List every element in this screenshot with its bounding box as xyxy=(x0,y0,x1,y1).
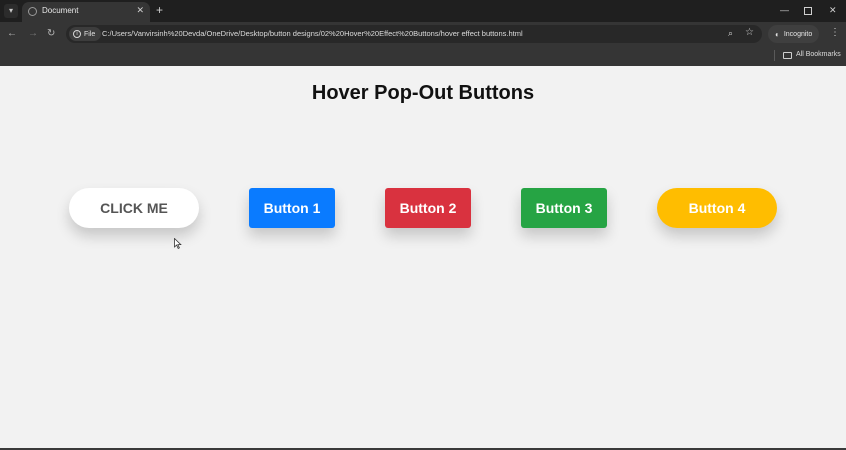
window-close-button[interactable]: ✕ xyxy=(829,3,837,17)
incognito-badge[interactable]: ◐ Incognito xyxy=(768,25,820,43)
button-4[interactable]: Button 4 xyxy=(657,188,777,228)
tab-bar: ▾ Document ✕ + — ✕ xyxy=(0,0,846,22)
bookmark-star-icon[interactable]: ☆ xyxy=(745,27,754,38)
minimize-button[interactable]: — xyxy=(780,3,789,17)
browser-tab[interactable]: Document ✕ xyxy=(22,2,150,22)
tab-search-icon[interactable]: ▾ xyxy=(4,4,18,18)
zoom-icon[interactable]: ⌕ xyxy=(728,28,733,39)
new-tab-button[interactable]: + xyxy=(156,3,163,17)
all-bookmarks-link[interactable]: All Bookmarks xyxy=(796,51,841,58)
browser-toolbar: ← → ↻ i File C:/Users/Vanvirsinh%20Devda… xyxy=(0,22,846,46)
page-content: Hover Pop-Out Buttons CLICK ME Button 1 … xyxy=(0,66,846,450)
folder-icon xyxy=(783,52,792,59)
address-bar[interactable]: i File C:/Users/Vanvirsinh%20Devda/OneDr… xyxy=(66,25,762,43)
reload-button[interactable]: ↻ xyxy=(47,27,55,41)
info-icon: i xyxy=(73,30,81,38)
button-2[interactable]: Button 2 xyxy=(385,188,471,228)
page-title: Hover Pop-Out Buttons xyxy=(311,82,535,104)
tab-title: Document xyxy=(42,6,79,15)
menu-icon[interactable]: ⋮ xyxy=(830,26,840,40)
forward-button[interactable]: → xyxy=(28,27,38,41)
mouse-cursor-icon xyxy=(174,238,182,249)
site-chip-label: File xyxy=(84,30,96,38)
click-me-button[interactable]: CLICK ME xyxy=(69,188,199,228)
site-info-chip[interactable]: i File xyxy=(69,27,102,41)
url-text[interactable]: C:/Users/Vanvirsinh%20Devda/OneDrive/Des… xyxy=(102,29,523,38)
button-1[interactable]: Button 1 xyxy=(249,188,335,228)
tab-close-icon[interactable]: ✕ xyxy=(136,5,144,16)
incognito-label: Incognito xyxy=(783,30,813,38)
button-3[interactable]: Button 3 xyxy=(521,188,607,228)
back-button[interactable]: ← xyxy=(7,27,17,41)
bookmarks-divider xyxy=(774,50,775,61)
maximize-button[interactable] xyxy=(804,7,812,15)
tab-favicon-icon xyxy=(28,7,37,16)
bookmarks-bar: All Bookmarks xyxy=(0,46,846,66)
incognito-icon: ◐ xyxy=(775,29,780,39)
